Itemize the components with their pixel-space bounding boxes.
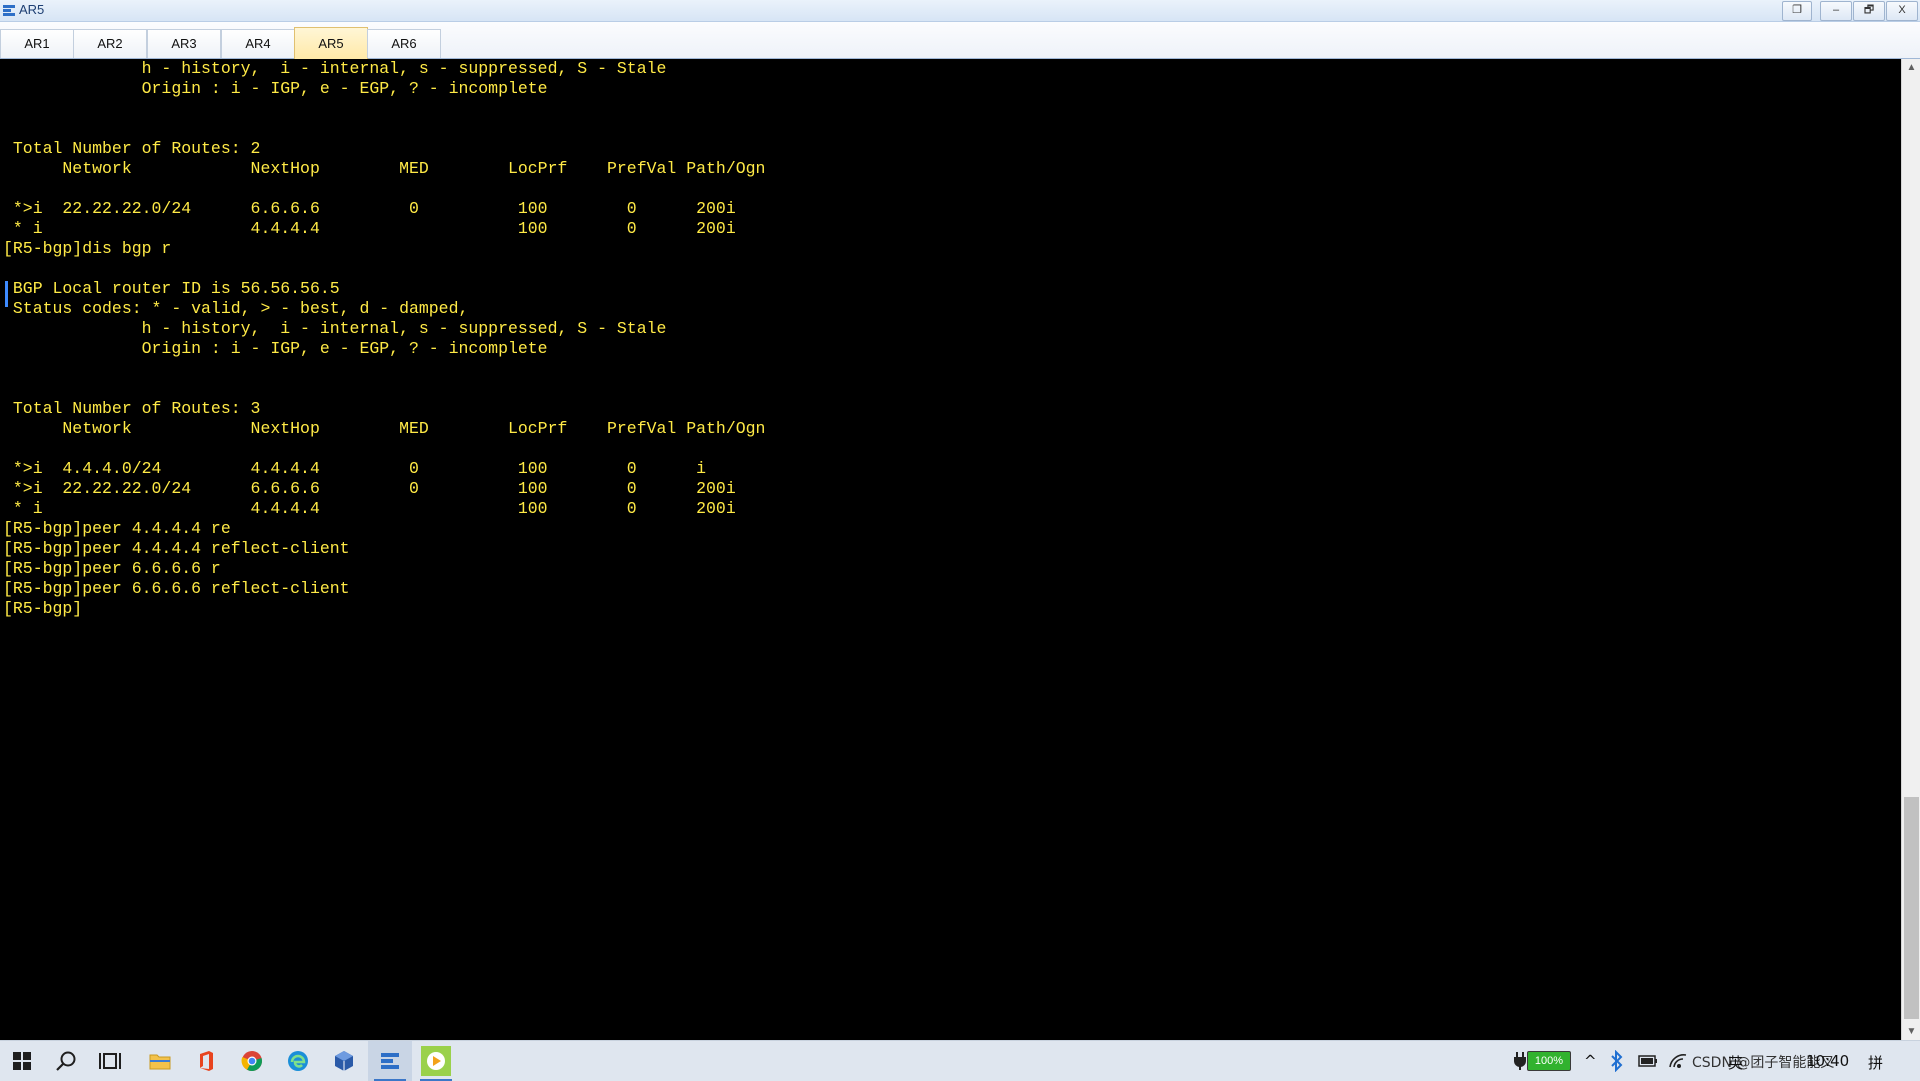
terminal-line: Total Number of Routes: 3 bbox=[3, 399, 261, 418]
terminal-line: *>i 22.22.22.0/24 6.6.6.6 0 100 0 200i bbox=[3, 199, 736, 218]
bluetooth-icon[interactable] bbox=[1610, 1050, 1624, 1072]
tab-ar5[interactable]: AR5 bbox=[294, 27, 368, 59]
terminal-line: h - history, i - internal, s - suppresse… bbox=[3, 319, 667, 338]
terminal-line: Network NextHop MED LocPrf PrefVal Path/… bbox=[3, 159, 766, 178]
ime-name-indicator[interactable]: 拼 bbox=[1868, 1052, 1883, 1073]
terminal-line: Origin : i - IGP, e - EGP, ? - incomplet… bbox=[3, 79, 548, 98]
vertical-scrollbar[interactable]: ▲ ▼ bbox=[1901, 59, 1920, 1040]
wifi-icon[interactable] bbox=[1668, 1053, 1688, 1069]
maximize-button[interactable]: 🗗 bbox=[1853, 1, 1885, 21]
scroll-thumb[interactable] bbox=[1904, 797, 1919, 1019]
windows-taskbar: 100% ^ CSDN @团子智能能叉 英 10:40 拼 bbox=[0, 1040, 1920, 1081]
power-plug-icon bbox=[1514, 1052, 1526, 1070]
tab-ar2[interactable]: AR2 bbox=[73, 29, 147, 58]
edge-icon bbox=[288, 1051, 308, 1071]
terminal-line: [R5-bgp]peer 6.6.6.6 r bbox=[3, 559, 221, 578]
terminal-line: * i 4.4.4.4 100 0 200i bbox=[3, 499, 736, 518]
tab-ar4[interactable]: AR4 bbox=[221, 29, 295, 58]
play-icon bbox=[421, 1046, 451, 1076]
file-explorer-taskbar[interactable] bbox=[138, 1041, 182, 1081]
restore-window-button[interactable]: ❐ bbox=[1782, 1, 1812, 21]
window-title: AR5 bbox=[19, 2, 45, 17]
search-icon bbox=[56, 1051, 76, 1071]
folder-icon bbox=[149, 1054, 171, 1070]
office-icon bbox=[200, 1051, 213, 1071]
battery-indicator[interactable]: 100% bbox=[1527, 1051, 1571, 1071]
ensp-taskbar[interactable] bbox=[368, 1041, 412, 1081]
tab-ar1[interactable]: AR1 bbox=[0, 29, 74, 58]
windows-logo-icon bbox=[13, 1052, 31, 1070]
terminal-line: [R5-bgp]peer 6.6.6.6 reflect-client bbox=[3, 579, 350, 598]
task-view-button[interactable] bbox=[88, 1041, 132, 1081]
terminal-line: [R5-bgp]peer 4.4.4.4 reflect-client bbox=[3, 539, 350, 558]
ime-mode-indicator[interactable]: 英 bbox=[1728, 1052, 1743, 1073]
ensp-icon bbox=[381, 1053, 399, 1069]
terminal-line: Total Number of Routes: 2 bbox=[3, 139, 261, 158]
terminal-line: Network NextHop MED LocPrf PrefVal Path/… bbox=[3, 419, 766, 438]
terminal-line: BGP Local router ID is 56.56.56.5 bbox=[3, 279, 340, 298]
close-button[interactable]: X bbox=[1886, 1, 1918, 21]
device-tab-bar: AR1 AR2 AR3 AR4 AR5 AR6 bbox=[0, 22, 1920, 59]
start-button[interactable] bbox=[0, 1041, 44, 1081]
terminal-line: [R5-bgp] bbox=[3, 599, 83, 618]
show-hidden-icons-chevron[interactable]: ^ bbox=[1584, 1052, 1597, 1070]
media-taskbar[interactable] bbox=[414, 1041, 458, 1081]
chrome-taskbar[interactable] bbox=[230, 1041, 274, 1081]
office-taskbar[interactable] bbox=[184, 1041, 228, 1081]
battery-icon[interactable] bbox=[1638, 1054, 1658, 1068]
terminal-console[interactable]: h - history, i - internal, s - suppresse… bbox=[0, 59, 1900, 1040]
cube-icon bbox=[335, 1051, 353, 1071]
terminal-line: [R5-bgp]peer 4.4.4.4 re bbox=[3, 519, 231, 538]
terminal-line: h - history, i - internal, s - suppresse… bbox=[3, 59, 667, 78]
virtualbox-taskbar[interactable] bbox=[322, 1041, 366, 1081]
scroll-up-arrow[interactable]: ▲ bbox=[1902, 59, 1920, 76]
terminal-line: *>i 22.22.22.0/24 6.6.6.6 0 100 0 200i bbox=[3, 479, 736, 498]
terminal-line: Status codes: * - valid, > - best, d - d… bbox=[3, 299, 469, 318]
ensp-app-icon bbox=[3, 5, 15, 16]
edge-taskbar[interactable] bbox=[276, 1041, 320, 1081]
terminal-line: *>i 4.4.4.0/24 4.4.4.4 0 100 0 i bbox=[3, 459, 707, 478]
minimize-button[interactable]: – bbox=[1820, 1, 1852, 21]
task-view-icon bbox=[99, 1053, 121, 1069]
tab-ar3[interactable]: AR3 bbox=[147, 29, 221, 58]
scroll-down-arrow[interactable]: ▼ bbox=[1902, 1023, 1920, 1040]
terminal-line: * i 4.4.4.4 100 0 200i bbox=[3, 219, 736, 238]
tab-ar6[interactable]: AR6 bbox=[367, 29, 441, 58]
chrome-icon bbox=[241, 1051, 262, 1072]
terminal-line: [R5-bgp]dis bgp r bbox=[3, 239, 172, 258]
terminal-line: Origin : i - IGP, e - EGP, ? - incomplet… bbox=[3, 339, 548, 358]
clock[interactable]: 10:40 bbox=[1806, 1052, 1849, 1070]
search-button[interactable] bbox=[44, 1041, 88, 1081]
title-bar: AR5 ❐ – 🗗 X bbox=[0, 0, 1920, 22]
